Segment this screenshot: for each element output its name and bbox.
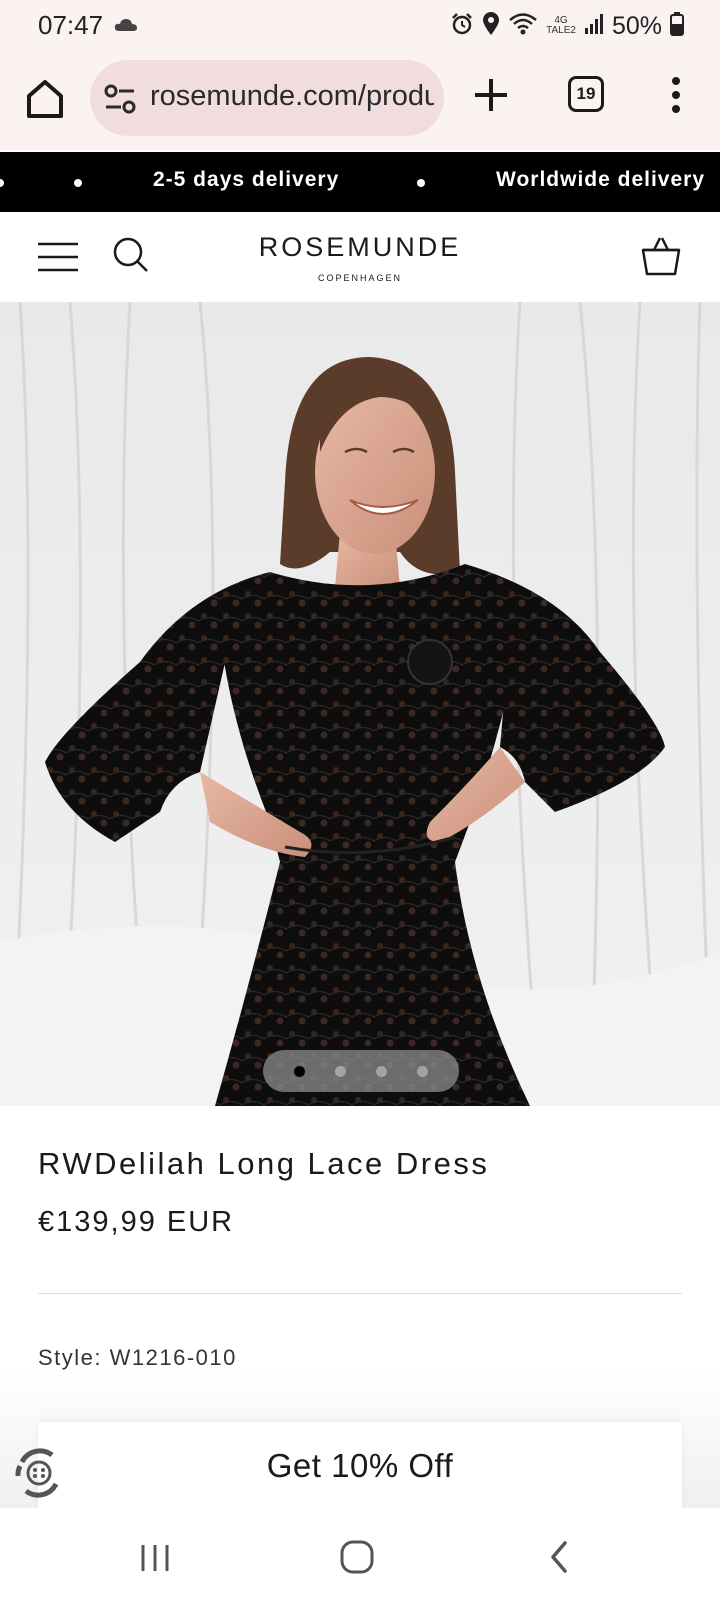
carousel-dot[interactable] bbox=[417, 1065, 428, 1077]
brand-subtitle: COPENHAGEN bbox=[317, 273, 402, 283]
announcement-bar: 2-5 days delivery Worldwide delivery bbox=[0, 152, 720, 212]
carousel-dot[interactable] bbox=[335, 1065, 346, 1077]
site-header: ROSEMUNDE COPENHAGEN bbox=[0, 212, 720, 302]
status-time: 07:47 bbox=[38, 10, 104, 40]
network-type: 4G TALE2 bbox=[546, 15, 576, 36]
menu-icon[interactable] bbox=[38, 242, 78, 272]
address-bar[interactable]: rosemunde.com/products/rwdelilah bbox=[90, 60, 444, 136]
status-icons: 4G TALE2 50% bbox=[450, 10, 684, 42]
carousel-indicator[interactable] bbox=[263, 1050, 459, 1092]
home-nav-icon[interactable] bbox=[340, 1540, 374, 1579]
carousel-dot[interactable] bbox=[294, 1065, 305, 1077]
cloud-icon bbox=[114, 18, 138, 37]
site-settings-icon[interactable] bbox=[104, 84, 136, 119]
discount-button[interactable]: Get 10% Off bbox=[38, 1422, 682, 1510]
search-icon[interactable] bbox=[112, 236, 150, 274]
more-vert-icon[interactable] bbox=[664, 72, 688, 118]
product-image[interactable] bbox=[0, 302, 720, 1106]
battery-icon bbox=[670, 11, 684, 41]
separator-dot bbox=[0, 179, 4, 187]
brand-name: ROSEMUNDE bbox=[258, 232, 462, 262]
signal-icon bbox=[584, 13, 604, 40]
browser-toolbar: rosemunde.com/products/rwdelilah 19 bbox=[0, 52, 720, 150]
divider bbox=[38, 1293, 682, 1294]
separator-dot bbox=[417, 179, 425, 187]
battery-level: 50% bbox=[611, 11, 662, 40]
product-style: Style: W1216-010 bbox=[38, 1345, 237, 1370]
recent-apps-icon[interactable] bbox=[140, 1544, 170, 1577]
system-nav-bar bbox=[0, 1508, 720, 1600]
announcement-message: 2-5 days delivery bbox=[153, 168, 340, 191]
location-icon bbox=[482, 11, 500, 41]
tabs-icon[interactable]: 19 bbox=[568, 76, 604, 112]
rewards-icon[interactable] bbox=[12, 1446, 66, 1500]
separator-dot bbox=[74, 179, 82, 187]
url-text[interactable]: rosemunde.com/products/rwdelilah bbox=[150, 80, 434, 113]
home-icon[interactable] bbox=[22, 76, 68, 122]
back-icon[interactable] bbox=[548, 1540, 570, 1579]
product-title: RWDelilah Long Lace Dress bbox=[38, 1146, 490, 1181]
status-bar: 07:47 4G TALE2 50% bbox=[0, 0, 720, 52]
wifi-icon bbox=[508, 12, 538, 41]
brand-logo[interactable]: ROSEMUNDE COPENHAGEN bbox=[250, 232, 470, 283]
basket-icon[interactable] bbox=[640, 234, 682, 278]
alarm-icon bbox=[450, 12, 474, 41]
plus-icon[interactable] bbox=[470, 74, 512, 116]
discount-label: Get 10% Off bbox=[266, 1447, 454, 1484]
product-price: €139,99 EUR bbox=[38, 1206, 235, 1238]
tab-count: 19 bbox=[576, 84, 596, 103]
carousel-dot[interactable] bbox=[376, 1065, 387, 1077]
announcement-message: Worldwide delivery bbox=[496, 168, 705, 191]
